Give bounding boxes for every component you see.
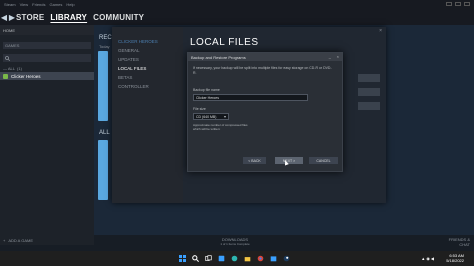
back-button-label: < BACK — [248, 158, 261, 163]
nav-community[interactable]: COMMUNITY — [93, 13, 144, 22]
minimize-button[interactable] — [446, 2, 452, 6]
edge-icon[interactable] — [230, 254, 238, 262]
steam-screen: Steam View Friends Games Help ◀ ▶ STORE … — [0, 0, 474, 266]
task-view-icon[interactable] — [204, 254, 212, 262]
taskbar-apps — [178, 254, 290, 262]
tab-local-files[interactable]: LOCAL FILES — [112, 64, 183, 73]
cancel-button-label: CANCEL — [316, 158, 331, 163]
compressed-files-note: Approximate number of compressed files w… — [193, 123, 248, 131]
properties-nav-title: CLICKER HEROES — [118, 39, 158, 44]
page-title: LOCAL FILES — [190, 37, 259, 48]
file-explorer-icon[interactable] — [243, 254, 251, 262]
tab-updates[interactable]: UPDATES — [112, 55, 183, 64]
nav-store[interactable]: STORE — [16, 13, 44, 22]
forward-arrow-icon[interactable]: ▶ — [8, 13, 16, 22]
game-item-label: Clicker Heroes — [11, 73, 41, 79]
recent-sub: Today — [99, 44, 110, 49]
dialog-buttons: < BACK NEXT > CANCEL — [188, 157, 344, 166]
all-games-header[interactable]: — ALL (1) — [0, 65, 94, 72]
close-icon[interactable]: × — [337, 54, 339, 59]
wifi-icon: ▲ ◉ ◀ — [421, 256, 434, 261]
backup-button[interactable] — [358, 88, 380, 96]
games-dropdown[interactable]: GAMES — [3, 41, 91, 49]
top-navigation: ◀ ▶ STORE LIBRARY COMMUNITY — [0, 9, 474, 25]
steam-icon[interactable] — [282, 254, 290, 262]
file-size-label: File size — [193, 107, 206, 111]
menu-item-view[interactable]: View — [20, 2, 29, 7]
dialog-title: Backup and Restore Programs — [191, 54, 246, 60]
browse-button[interactable] — [358, 74, 380, 82]
friends-chat-button[interactable]: FRIENDS & CHAT — [440, 237, 470, 247]
tab-betas[interactable]: BETAS — [112, 73, 183, 82]
library-sidebar: HOME GAMES — ALL (1) Clicker Heroes — [0, 25, 94, 243]
dialog-description: If necessary, your backup will be split … — [193, 66, 332, 75]
menu-bar: Steam View Friends Games Help — [0, 0, 474, 9]
clock-date: 5/18/2022 — [446, 258, 464, 263]
menu-item-steam[interactable]: Steam — [4, 2, 16, 7]
plus-icon: + — [3, 237, 6, 243]
all-heading: ALL — [99, 130, 110, 136]
file-name-value: Clicker Heroes — [196, 95, 219, 100]
cancel-button[interactable]: CANCEL — [309, 157, 338, 164]
close-icon[interactable]: × — [379, 28, 382, 34]
sidebar-item-clicker-heroes[interactable]: Clicker Heroes — [0, 72, 94, 80]
windows-taskbar: ▲ ◉ ◀ 6:53 AM 5/18/2022 — [0, 251, 474, 266]
next-button[interactable]: NEXT > — [275, 157, 303, 164]
chevron-down-icon: ▾ — [223, 114, 226, 119]
system-tray[interactable]: ▲ ◉ ◀ — [421, 256, 434, 261]
home-button[interactable]: HOME — [0, 25, 94, 35]
all-label: — ALL — [3, 66, 16, 71]
file-name-field[interactable]: Clicker Heroes — [193, 94, 308, 101]
minimize-icon[interactable]: _ — [329, 54, 331, 59]
tab-general[interactable]: GENERAL — [112, 46, 183, 55]
game-card-recent[interactable] — [98, 51, 108, 121]
all-count: (1) — [17, 66, 22, 71]
menu-item-friends[interactable]: Friends — [32, 2, 45, 7]
downloads-status[interactable]: DOWNLOADS 1 of 1 Items Complete — [205, 237, 265, 246]
games-dropdown-label: GAMES — [5, 42, 20, 48]
verify-button[interactable] — [358, 102, 380, 110]
nav-library[interactable]: LIBRARY — [50, 13, 87, 22]
menu-item-help[interactable]: Help — [66, 2, 74, 7]
search-icon — [5, 55, 10, 61]
store-icon[interactable] — [269, 254, 277, 262]
back-arrow-icon[interactable]: ◀ — [0, 13, 8, 22]
add-game-label: ADD A GAME — [8, 237, 34, 243]
tab-controller[interactable]: CONTROLLER — [112, 82, 183, 91]
widgets-icon[interactable] — [217, 254, 225, 262]
home-label: HOME — [3, 27, 15, 33]
close-window-button[interactable] — [464, 2, 470, 6]
dialog-titlebar: Backup and Restore Programs _ × — [188, 53, 342, 61]
file-name-label: Backup file name — [193, 88, 220, 92]
chrome-icon[interactable] — [256, 254, 264, 262]
file-size-value: CD (640 MB) — [196, 114, 217, 119]
backup-dialog: Backup and Restore Programs _ × If neces… — [187, 52, 343, 172]
game-card-all[interactable] — [98, 140, 108, 200]
back-button[interactable]: < BACK — [243, 157, 266, 164]
downloads-sub: 1 of 1 Items Complete — [220, 242, 250, 246]
taskbar-clock[interactable]: 6:53 AM 5/18/2022 — [446, 253, 464, 263]
search-input[interactable] — [3, 54, 91, 62]
friends-label: FRIENDS & CHAT — [448, 237, 470, 247]
file-size-select[interactable]: CD (640 MB) ▾ — [193, 113, 229, 120]
games-filter-row: GAMES — [0, 39, 94, 51]
properties-nav: CLICKER HEROES GENERAL UPDATES LOCAL FIL… — [112, 27, 183, 203]
game-icon — [3, 73, 8, 79]
windows-start-icon[interactable] — [178, 254, 186, 262]
add-game-button[interactable]: + ADD A GAME — [0, 235, 94, 245]
menu-item-games[interactable]: Games — [50, 2, 63, 7]
search-icon[interactable] — [191, 254, 199, 262]
window-controls — [446, 2, 470, 6]
maximize-button[interactable] — [455, 2, 461, 6]
